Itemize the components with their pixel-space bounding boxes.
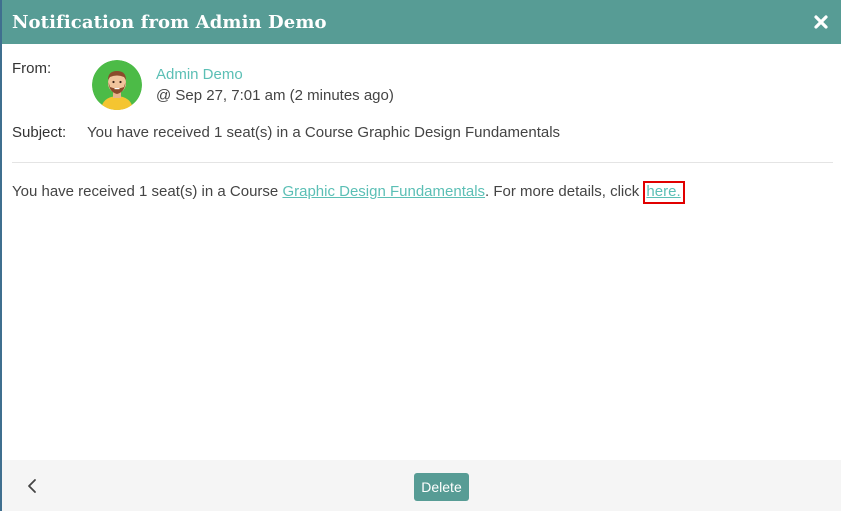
here-link[interactable]: here. (643, 181, 685, 204)
message-body: You have received 1 seat(s) in a Course … (12, 181, 685, 204)
notification-modal: Notification from Admin Demo From: Admin… (0, 0, 841, 511)
modal-title: Notification from Admin Demo (12, 11, 327, 33)
user-avatar-icon[interactable] (92, 60, 142, 110)
chevron-left-icon (28, 479, 36, 493)
close-button[interactable] (811, 12, 831, 32)
course-link[interactable]: Graphic Design Fundamentals (282, 183, 485, 200)
sender-name-link[interactable]: Admin Demo (156, 64, 394, 85)
divider (12, 162, 833, 163)
back-button[interactable] (22, 476, 42, 496)
message-middle: . For more details, click (485, 183, 644, 200)
delete-button[interactable]: Delete (414, 473, 469, 501)
modal-body: From: Admin Demo @ Sep 27, 7:01 am (2 mi… (12, 44, 833, 460)
modal-header: Notification from Admin Demo (2, 0, 841, 44)
subject-label: Subject: (12, 124, 67, 141)
subject-row: Subject: You have received 1 seat(s) in … (12, 124, 560, 141)
from-label: From: (12, 60, 52, 77)
sender-timestamp: @ Sep 27, 7:01 am (2 minutes ago) (156, 87, 394, 104)
close-icon (814, 15, 828, 29)
message-prefix: You have received 1 seat(s) in a Course (12, 183, 283, 200)
modal-footer: Delete (2, 460, 841, 511)
subject-text: You have received 1 seat(s) in a Course … (87, 124, 561, 141)
sender-info: Admin Demo @ Sep 27, 7:01 am (2 minutes … (156, 64, 394, 110)
from-row: From: Admin Demo @ Sep 27, 7:01 am (2 mi… (12, 60, 394, 110)
